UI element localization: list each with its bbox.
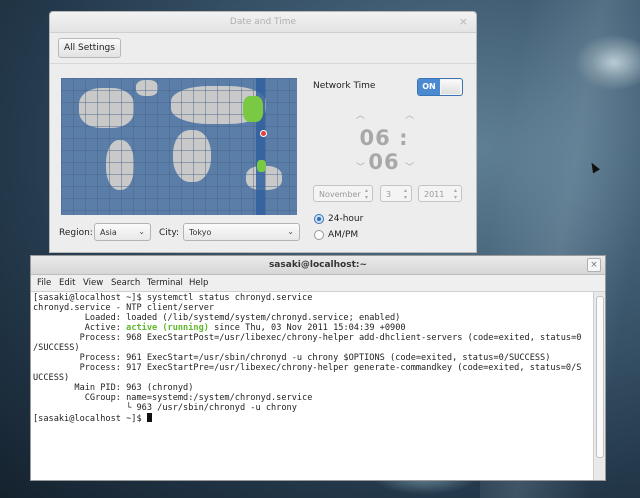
scrollbar-thumb[interactable] bbox=[596, 296, 604, 458]
menu-file[interactable]: File bbox=[37, 278, 51, 288]
terminal-title: sasaki@localhost:~ bbox=[268, 260, 368, 270]
terminal-line: Process: 917 ExecStartPre=/usr/libexec/c… bbox=[33, 363, 582, 373]
terminal-menubar: File Edit View Search Terminal Help bbox=[31, 275, 605, 292]
date-time-window: Date and Time × All Settings Region: Asi… bbox=[49, 11, 477, 253]
active-since: since Thu, 03 Nov 2011 15:04:39 +0900 bbox=[208, 323, 406, 333]
chevron-down-icon: ⌄ bbox=[287, 227, 294, 236]
menu-edit[interactable]: Edit bbox=[59, 278, 75, 288]
hour-down-icon[interactable]: ﹀ bbox=[356, 160, 365, 173]
menu-terminal[interactable]: Terminal bbox=[147, 278, 183, 288]
format-24h-label: 24-hour bbox=[328, 214, 364, 224]
day-value: 3 bbox=[386, 190, 392, 199]
year-value: 2011 bbox=[424, 190, 445, 199]
minute-up-icon[interactable]: ︿ bbox=[405, 108, 414, 121]
region-select[interactable]: Asia ⌄ bbox=[94, 223, 151, 241]
hour-up-icon[interactable]: ︿ bbox=[356, 108, 365, 121]
minute-down-icon[interactable]: ﹀ bbox=[405, 160, 414, 173]
menu-view[interactable]: View bbox=[83, 278, 103, 288]
menu-help[interactable]: Help bbox=[189, 278, 208, 288]
chevron-down-icon: ⌄ bbox=[138, 227, 145, 236]
terminal-line: Main PID: 963 (chronyd) bbox=[33, 383, 194, 393]
date-time-titlebar[interactable]: Date and Time × bbox=[50, 12, 476, 33]
highlighted-region-south bbox=[257, 160, 266, 172]
time-separator: : bbox=[399, 126, 409, 150]
terminal-line: [sasaki@localhost ~]$ systemctl status c… bbox=[33, 293, 313, 303]
terminal-window: sasaki@localhost:~ × File Edit View Sear… bbox=[30, 255, 606, 481]
radio-24-hour[interactable] bbox=[314, 214, 324, 224]
network-time-switch[interactable]: ON bbox=[417, 78, 463, 96]
close-icon[interactable]: × bbox=[587, 258, 601, 272]
terminal-output[interactable]: [sasaki@localhost ~]$ systemctl status c… bbox=[31, 292, 593, 480]
terminal-titlebar[interactable]: sasaki@localhost:~ × bbox=[31, 256, 605, 275]
region-value: Asia bbox=[100, 228, 117, 237]
all-settings-button[interactable]: All Settings bbox=[58, 38, 121, 58]
region-label: Region: bbox=[59, 228, 93, 238]
terminal-scrollbar[interactable] bbox=[593, 292, 605, 480]
terminal-prompt: [sasaki@localhost ~]$ bbox=[33, 414, 147, 424]
city-label: City: bbox=[159, 228, 180, 238]
window-title: Date and Time bbox=[229, 17, 297, 27]
terminal-line: └ 963 /usr/sbin/chronyd -u chrony bbox=[33, 403, 297, 413]
switch-knob bbox=[441, 80, 460, 94]
terminal-prompt-line: [sasaki@localhost ~]$ bbox=[33, 413, 152, 424]
switch-on-label: ON bbox=[418, 79, 440, 95]
spinner-arrows-icon: ▴ ▾ bbox=[364, 187, 368, 201]
terminal-line: CGroup: name=systemd:/system/chronyd.ser… bbox=[33, 393, 313, 403]
active-status: active (running) bbox=[126, 323, 209, 333]
terminal-line: UCCESS) bbox=[33, 373, 70, 383]
highlighted-region-north bbox=[243, 96, 263, 122]
terminal-line-active: Active: active (running) since Thu, 03 N… bbox=[33, 323, 406, 333]
month-value: November bbox=[319, 190, 361, 199]
terminal-line: chronyd.service - NTP client/server bbox=[33, 303, 215, 313]
location-pin-icon bbox=[260, 130, 267, 137]
terminal-line: Process: 961 ExecStart=/usr/sbin/chronyd… bbox=[33, 353, 551, 363]
radio-am-pm[interactable] bbox=[314, 230, 324, 240]
network-time-label: Network Time bbox=[313, 81, 376, 91]
text-cursor bbox=[146, 413, 152, 422]
terminal-line: Process: 968 ExecStartPost=/usr/libexec/… bbox=[33, 333, 582, 343]
desktop-spaceship-graphic bbox=[575, 35, 640, 90]
month-spinner[interactable]: November ▴ ▾ bbox=[313, 185, 373, 202]
hour-value: 06 bbox=[359, 126, 391, 150]
city-value: Tokyo bbox=[189, 228, 212, 237]
city-select[interactable]: Tokyo ⌄ bbox=[183, 223, 300, 241]
close-icon[interactable]: × bbox=[459, 15, 468, 28]
timezone-map[interactable] bbox=[61, 78, 297, 215]
day-spinner[interactable]: 3 ▴ ▾ bbox=[380, 185, 412, 202]
toolbar: All Settings bbox=[50, 33, 476, 64]
terminal-line: Loaded: loaded (/lib/systemd/system/chro… bbox=[33, 313, 401, 323]
year-spinner[interactable]: 2011 ▴ ▾ bbox=[418, 185, 462, 202]
format-ampm-label: AM/PM bbox=[328, 230, 359, 240]
spinner-arrows-icon: ▴ ▾ bbox=[453, 187, 457, 201]
active-label: Active: bbox=[33, 323, 127, 333]
spinner-arrows-icon: ▴ ▾ bbox=[403, 187, 407, 201]
terminal-line: /SUCCESS) bbox=[33, 343, 80, 353]
menu-search[interactable]: Search bbox=[111, 278, 140, 288]
minute-value: 06 bbox=[368, 150, 400, 174]
